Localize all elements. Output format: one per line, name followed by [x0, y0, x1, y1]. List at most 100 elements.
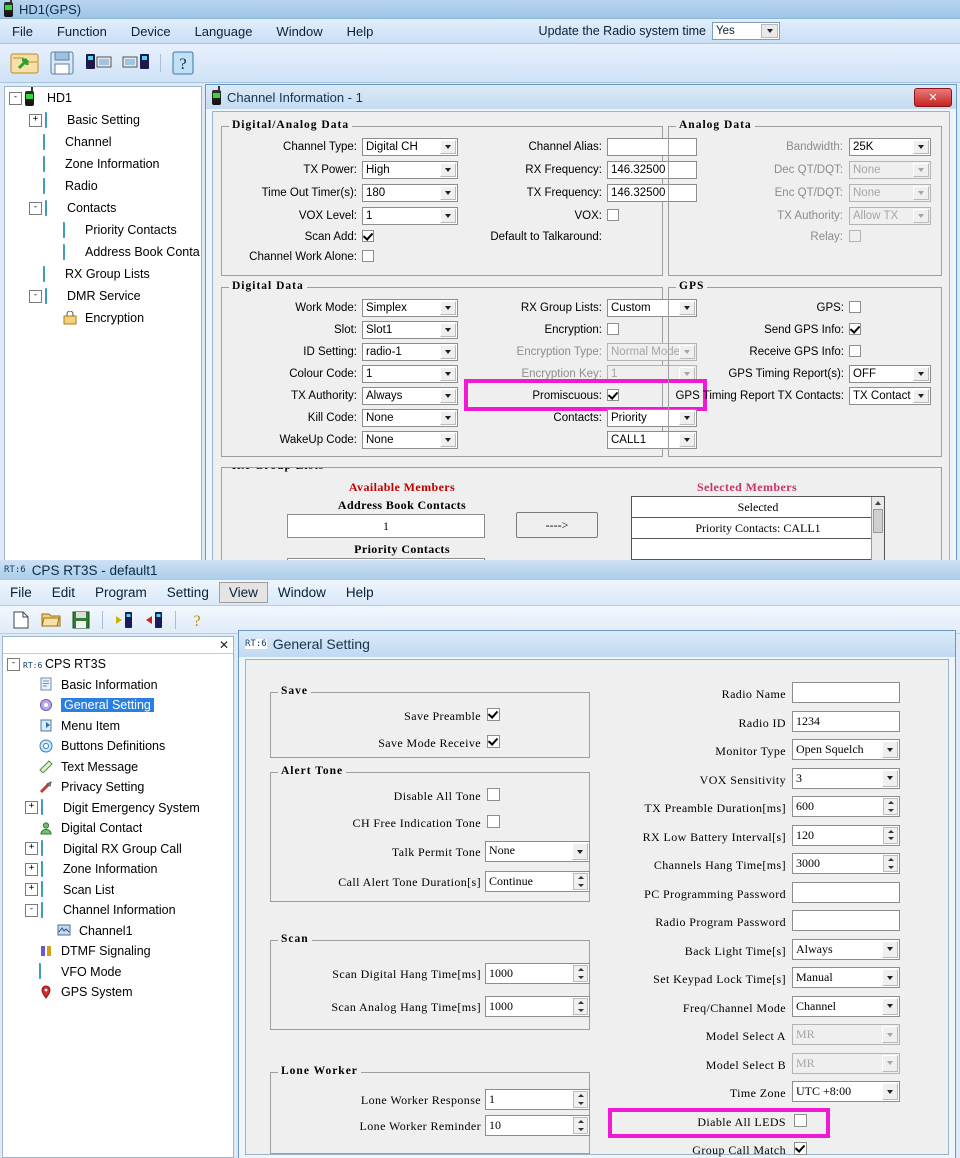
menu-file[interactable]: File	[0, 21, 45, 42]
spinner-icon[interactable]	[573, 873, 588, 890]
chevron-down-icon[interactable]	[882, 969, 898, 986]
channel-information-titlebar[interactable]: Channel Information - 1 ✕	[206, 85, 956, 109]
save-icon[interactable]	[45, 48, 79, 78]
bandwidth-combo[interactable]: 25K	[849, 138, 931, 156]
chevron-down-icon[interactable]	[440, 140, 456, 154]
chevron-down-icon[interactable]	[913, 140, 929, 154]
menu-window[interactable]: Window	[264, 21, 334, 42]
menu-view[interactable]: View	[219, 582, 268, 603]
vox-checkbox[interactable]	[607, 209, 619, 221]
chevron-down-icon[interactable]	[882, 770, 898, 787]
wakeup-code-combo[interactable]: None	[362, 431, 458, 449]
channel-type-combo[interactable]: Digital CH	[362, 138, 458, 156]
ch-free-indication-tone-checkbox[interactable]	[487, 815, 500, 828]
chevron-down-icon[interactable]	[882, 998, 898, 1015]
work-mode-combo[interactable]: Simplex	[362, 299, 458, 317]
time-out-timer-combo[interactable]: 180	[362, 184, 458, 202]
chevron-down-icon[interactable]	[572, 843, 588, 860]
new-icon[interactable]	[8, 608, 34, 632]
digital-tx-authority-combo[interactable]: Always	[362, 387, 458, 405]
spinner-icon[interactable]	[573, 1117, 588, 1134]
group-call-match-checkbox[interactable]	[794, 1142, 807, 1155]
write-to-radio-icon[interactable]	[119, 48, 153, 78]
open-export-icon[interactable]	[8, 48, 42, 78]
expand-icon[interactable]: +	[25, 842, 38, 855]
collapse-icon[interactable]: -	[25, 904, 38, 917]
tree-item-channel1[interactable]: Channel1	[3, 921, 233, 942]
chevron-down-icon[interactable]	[913, 209, 929, 223]
vox-sensitivity-combo[interactable]: 3	[792, 768, 900, 789]
spinner-icon[interactable]	[883, 855, 898, 872]
tree-item-dmr-service[interactable]: -DMR Service	[5, 285, 201, 307]
receive-gps-info-checkbox[interactable]	[849, 345, 861, 357]
system-time-combo[interactable]: Yes	[712, 22, 780, 40]
chevron-down-icon[interactable]	[440, 186, 456, 200]
radio-name-input[interactable]	[792, 682, 900, 703]
chevron-down-icon[interactable]	[913, 186, 929, 200]
address-book-contacts-list[interactable]: 1	[287, 514, 485, 538]
lone-worker-reminder-input[interactable]: 10	[485, 1115, 590, 1136]
open-icon[interactable]	[38, 608, 64, 632]
collapse-icon[interactable]: -	[7, 658, 20, 671]
chevron-down-icon[interactable]	[440, 367, 456, 381]
expand-icon[interactable]: +	[25, 883, 38, 896]
chevron-down-icon[interactable]	[913, 389, 929, 403]
colour-code-combo[interactable]: 1	[362, 365, 458, 383]
window1-titlebar[interactable]: HD1(GPS)	[0, 0, 960, 19]
chevron-down-icon[interactable]	[440, 301, 456, 315]
call-alert-tone-duration-input[interactable]: Continue	[485, 871, 590, 892]
selected-row[interactable]: Priority Contacts: CALL1	[632, 518, 884, 539]
tree-item-text-message[interactable]: Text Message	[3, 757, 233, 778]
chevron-down-icon[interactable]	[913, 163, 929, 177]
tree-item-cps-rt3s[interactable]: -RT:6CPS RT3S	[3, 654, 233, 675]
tree-item-general-setting[interactable]: General Setting	[3, 695, 233, 716]
encryption-checkbox[interactable]	[607, 323, 619, 335]
write-to-radio-icon[interactable]	[141, 608, 167, 632]
lone-worker-response-input[interactable]: 1	[485, 1089, 590, 1110]
scroll-up-icon[interactable]	[872, 497, 884, 508]
tree-item-channel[interactable]: Channel	[5, 131, 201, 153]
tree-item-priority-contacts[interactable]: Priority Contacts	[5, 219, 201, 241]
expand-icon[interactable]: +	[25, 863, 38, 876]
spinner-icon[interactable]	[573, 998, 588, 1015]
slot-combo[interactable]: Slot1	[362, 321, 458, 339]
tree-item-contacts[interactable]: -Contacts	[5, 197, 201, 219]
menu-window[interactable]: Window	[268, 582, 336, 603]
menu-program[interactable]: Program	[85, 582, 157, 603]
selected-members-list[interactable]: Selected Priority Contacts: CALL1	[631, 496, 885, 565]
spinner-icon[interactable]	[883, 827, 898, 844]
send-gps-info-checkbox[interactable]	[849, 323, 861, 335]
tree-item-digit-emergency-system[interactable]: +Digit Emergency System	[3, 798, 233, 819]
tree-item-zone-information[interactable]: +Zone Information	[3, 859, 233, 880]
window2-navigation-tree[interactable]: ✕ -RT:6CPS RT3SBasic InformationGeneral …	[2, 636, 234, 1158]
tree-item-vfo-mode[interactable]: VFO Mode	[3, 962, 233, 983]
tree-item-encryption[interactable]: Encryption	[5, 307, 201, 329]
chevron-down-icon[interactable]	[440, 209, 456, 223]
tree-item-basic-setting[interactable]: +Basic Setting	[5, 109, 201, 131]
menu-edit[interactable]: Edit	[42, 582, 85, 603]
channels-hang-time-input[interactable]: 3000	[792, 853, 900, 874]
rx-low-battery-interval-input[interactable]: 120	[792, 825, 900, 846]
close-icon[interactable]: ✕	[914, 88, 952, 107]
kill-code-combo[interactable]: None	[362, 409, 458, 427]
set-keypad-lock-time-combo[interactable]: Manual	[792, 967, 900, 988]
channel-work-alone-checkbox[interactable]	[362, 250, 374, 262]
menu-setting[interactable]: Setting	[157, 582, 219, 603]
window2-titlebar[interactable]: RT:6 CPS RT3S - default1	[0, 560, 960, 580]
monitor-type-combo[interactable]: Open Squelch	[792, 739, 900, 760]
scan-analog-hang-time-input[interactable]: 1000	[485, 996, 590, 1017]
gps-timing-report-combo[interactable]: OFF	[849, 365, 931, 383]
collapse-icon[interactable]: -	[29, 290, 42, 303]
tree-item-channel-information[interactable]: -Channel Information	[3, 900, 233, 921]
chevron-down-icon[interactable]	[882, 1026, 898, 1043]
chevron-down-icon[interactable]	[882, 941, 898, 958]
model-select-b-combo[interactable]: MR	[792, 1053, 900, 1074]
freq-channel-mode-combo[interactable]: Channel	[792, 996, 900, 1017]
scan-digital-hang-time-input[interactable]: 1000	[485, 963, 590, 984]
talk-permit-tone-combo[interactable]: None	[485, 841, 590, 862]
disable-all-tone-checkbox[interactable]	[487, 788, 500, 801]
id-setting-combo[interactable]: radio-1	[362, 343, 458, 361]
tree-item-hd1[interactable]: -HD1	[5, 87, 201, 109]
gps-checkbox[interactable]	[849, 301, 861, 313]
expand-icon[interactable]: +	[29, 114, 42, 127]
